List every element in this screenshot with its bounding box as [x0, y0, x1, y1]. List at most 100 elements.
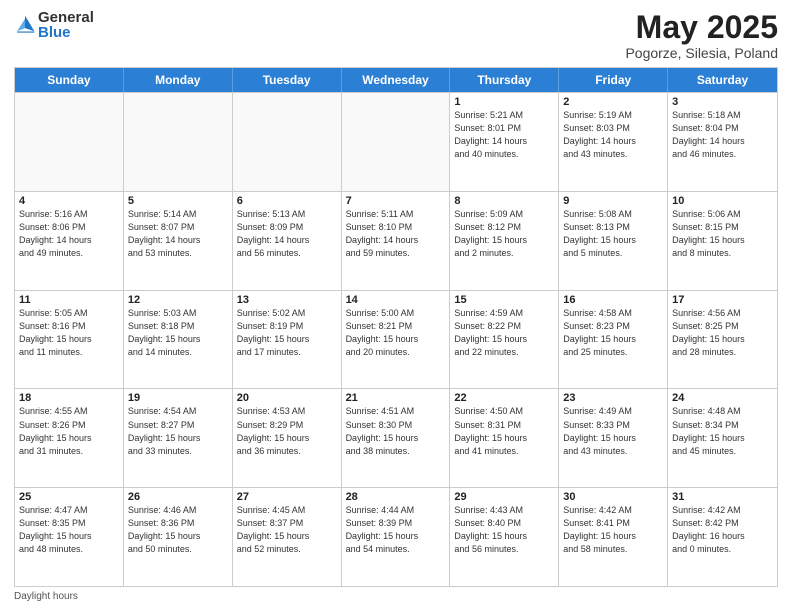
- day-number: 16: [563, 294, 663, 306]
- day-number: 10: [672, 195, 773, 207]
- day-number: 4: [19, 195, 119, 207]
- daylight-label: Daylight hours: [14, 591, 78, 602]
- day-info: Sunrise: 5:05 AM Sunset: 8:16 PM Dayligh…: [19, 307, 119, 359]
- day-number: 24: [672, 392, 773, 404]
- empty-cell: [233, 93, 342, 191]
- day-info: Sunrise: 4:48 AM Sunset: 8:34 PM Dayligh…: [672, 405, 773, 457]
- day-cell: 30Sunrise: 4:42 AM Sunset: 8:41 PM Dayli…: [559, 488, 668, 586]
- day-cell: 14Sunrise: 5:00 AM Sunset: 8:21 PM Dayli…: [342, 291, 451, 389]
- day-number: 12: [128, 294, 228, 306]
- logo: General Blue: [14, 10, 94, 40]
- day-cell: 8Sunrise: 5:09 AM Sunset: 8:12 PM Daylig…: [450, 192, 559, 290]
- calendar-body: 1Sunrise: 5:21 AM Sunset: 8:01 PM Daylig…: [15, 92, 777, 586]
- day-info: Sunrise: 4:47 AM Sunset: 8:35 PM Dayligh…: [19, 504, 119, 556]
- day-number: 6: [237, 195, 337, 207]
- logo-blue: Blue: [38, 25, 94, 40]
- day-cell: 4Sunrise: 5:16 AM Sunset: 8:06 PM Daylig…: [15, 192, 124, 290]
- day-info: Sunrise: 5:08 AM Sunset: 8:13 PM Dayligh…: [563, 208, 663, 260]
- footer-note: Daylight hours: [14, 591, 778, 602]
- day-number: 17: [672, 294, 773, 306]
- logo-general: General: [38, 10, 94, 25]
- day-info: Sunrise: 4:46 AM Sunset: 8:36 PM Dayligh…: [128, 504, 228, 556]
- day-number: 19: [128, 392, 228, 404]
- calendar-row: 25Sunrise: 4:47 AM Sunset: 8:35 PM Dayli…: [15, 487, 777, 586]
- day-number: 27: [237, 491, 337, 503]
- day-number: 25: [19, 491, 119, 503]
- day-cell: 5Sunrise: 5:14 AM Sunset: 8:07 PM Daylig…: [124, 192, 233, 290]
- empty-cell: [15, 93, 124, 191]
- day-cell: 31Sunrise: 4:42 AM Sunset: 8:42 PM Dayli…: [668, 488, 777, 586]
- day-info: Sunrise: 5:21 AM Sunset: 8:01 PM Dayligh…: [454, 109, 554, 161]
- day-cell: 6Sunrise: 5:13 AM Sunset: 8:09 PM Daylig…: [233, 192, 342, 290]
- day-cell: 26Sunrise: 4:46 AM Sunset: 8:36 PM Dayli…: [124, 488, 233, 586]
- day-info: Sunrise: 4:51 AM Sunset: 8:30 PM Dayligh…: [346, 405, 446, 457]
- day-cell: 2Sunrise: 5:19 AM Sunset: 8:03 PM Daylig…: [559, 93, 668, 191]
- logo-text: General Blue: [38, 10, 94, 40]
- day-info: Sunrise: 4:45 AM Sunset: 8:37 PM Dayligh…: [237, 504, 337, 556]
- title-location: Pogorze, Silesia, Poland: [625, 45, 778, 61]
- day-info: Sunrise: 5:16 AM Sunset: 8:06 PM Dayligh…: [19, 208, 119, 260]
- day-number: 7: [346, 195, 446, 207]
- day-cell: 17Sunrise: 4:56 AM Sunset: 8:25 PM Dayli…: [668, 291, 777, 389]
- title-month: May 2025: [625, 10, 778, 45]
- weekday-header: Thursday: [450, 68, 559, 92]
- day-cell: 25Sunrise: 4:47 AM Sunset: 8:35 PM Dayli…: [15, 488, 124, 586]
- page: General Blue May 2025 Pogorze, Silesia, …: [0, 0, 792, 612]
- day-cell: 13Sunrise: 5:02 AM Sunset: 8:19 PM Dayli…: [233, 291, 342, 389]
- day-cell: 22Sunrise: 4:50 AM Sunset: 8:31 PM Dayli…: [450, 389, 559, 487]
- day-number: 23: [563, 392, 663, 404]
- calendar-row: 11Sunrise: 5:05 AM Sunset: 8:16 PM Dayli…: [15, 290, 777, 389]
- day-number: 15: [454, 294, 554, 306]
- logo-icon: [14, 14, 36, 36]
- weekday-header: Monday: [124, 68, 233, 92]
- calendar-row: 18Sunrise: 4:55 AM Sunset: 8:26 PM Dayli…: [15, 388, 777, 487]
- day-info: Sunrise: 4:42 AM Sunset: 8:42 PM Dayligh…: [672, 504, 773, 556]
- day-info: Sunrise: 4:58 AM Sunset: 8:23 PM Dayligh…: [563, 307, 663, 359]
- day-cell: 16Sunrise: 4:58 AM Sunset: 8:23 PM Dayli…: [559, 291, 668, 389]
- day-cell: 27Sunrise: 4:45 AM Sunset: 8:37 PM Dayli…: [233, 488, 342, 586]
- day-info: Sunrise: 4:42 AM Sunset: 8:41 PM Dayligh…: [563, 504, 663, 556]
- day-info: Sunrise: 5:02 AM Sunset: 8:19 PM Dayligh…: [237, 307, 337, 359]
- day-cell: 21Sunrise: 4:51 AM Sunset: 8:30 PM Dayli…: [342, 389, 451, 487]
- day-number: 8: [454, 195, 554, 207]
- day-info: Sunrise: 4:54 AM Sunset: 8:27 PM Dayligh…: [128, 405, 228, 457]
- calendar: SundayMondayTuesdayWednesdayThursdayFrid…: [14, 67, 778, 587]
- day-cell: 24Sunrise: 4:48 AM Sunset: 8:34 PM Dayli…: [668, 389, 777, 487]
- day-number: 22: [454, 392, 554, 404]
- day-info: Sunrise: 4:56 AM Sunset: 8:25 PM Dayligh…: [672, 307, 773, 359]
- day-cell: 28Sunrise: 4:44 AM Sunset: 8:39 PM Dayli…: [342, 488, 451, 586]
- day-cell: 7Sunrise: 5:11 AM Sunset: 8:10 PM Daylig…: [342, 192, 451, 290]
- day-number: 30: [563, 491, 663, 503]
- empty-cell: [124, 93, 233, 191]
- title-block: May 2025 Pogorze, Silesia, Poland: [625, 10, 778, 61]
- day-cell: 3Sunrise: 5:18 AM Sunset: 8:04 PM Daylig…: [668, 93, 777, 191]
- day-number: 2: [563, 96, 663, 108]
- weekday-header: Tuesday: [233, 68, 342, 92]
- day-info: Sunrise: 4:55 AM Sunset: 8:26 PM Dayligh…: [19, 405, 119, 457]
- day-cell: 29Sunrise: 4:43 AM Sunset: 8:40 PM Dayli…: [450, 488, 559, 586]
- day-number: 9: [563, 195, 663, 207]
- weekday-header: Saturday: [668, 68, 777, 92]
- day-cell: 23Sunrise: 4:49 AM Sunset: 8:33 PM Dayli…: [559, 389, 668, 487]
- day-number: 18: [19, 392, 119, 404]
- weekday-header: Sunday: [15, 68, 124, 92]
- header: General Blue May 2025 Pogorze, Silesia, …: [14, 10, 778, 61]
- day-info: Sunrise: 4:49 AM Sunset: 8:33 PM Dayligh…: [563, 405, 663, 457]
- calendar-row: 1Sunrise: 5:21 AM Sunset: 8:01 PM Daylig…: [15, 92, 777, 191]
- day-number: 3: [672, 96, 773, 108]
- calendar-header: SundayMondayTuesdayWednesdayThursdayFrid…: [15, 68, 777, 92]
- calendar-row: 4Sunrise: 5:16 AM Sunset: 8:06 PM Daylig…: [15, 191, 777, 290]
- day-info: Sunrise: 5:09 AM Sunset: 8:12 PM Dayligh…: [454, 208, 554, 260]
- day-cell: 15Sunrise: 4:59 AM Sunset: 8:22 PM Dayli…: [450, 291, 559, 389]
- day-number: 31: [672, 491, 773, 503]
- day-info: Sunrise: 5:03 AM Sunset: 8:18 PM Dayligh…: [128, 307, 228, 359]
- day-cell: 9Sunrise: 5:08 AM Sunset: 8:13 PM Daylig…: [559, 192, 668, 290]
- day-info: Sunrise: 5:11 AM Sunset: 8:10 PM Dayligh…: [346, 208, 446, 260]
- weekday-header: Friday: [559, 68, 668, 92]
- day-info: Sunrise: 5:06 AM Sunset: 8:15 PM Dayligh…: [672, 208, 773, 260]
- day-cell: 10Sunrise: 5:06 AM Sunset: 8:15 PM Dayli…: [668, 192, 777, 290]
- day-number: 11: [19, 294, 119, 306]
- day-info: Sunrise: 4:44 AM Sunset: 8:39 PM Dayligh…: [346, 504, 446, 556]
- day-cell: 20Sunrise: 4:53 AM Sunset: 8:29 PM Dayli…: [233, 389, 342, 487]
- day-info: Sunrise: 5:19 AM Sunset: 8:03 PM Dayligh…: [563, 109, 663, 161]
